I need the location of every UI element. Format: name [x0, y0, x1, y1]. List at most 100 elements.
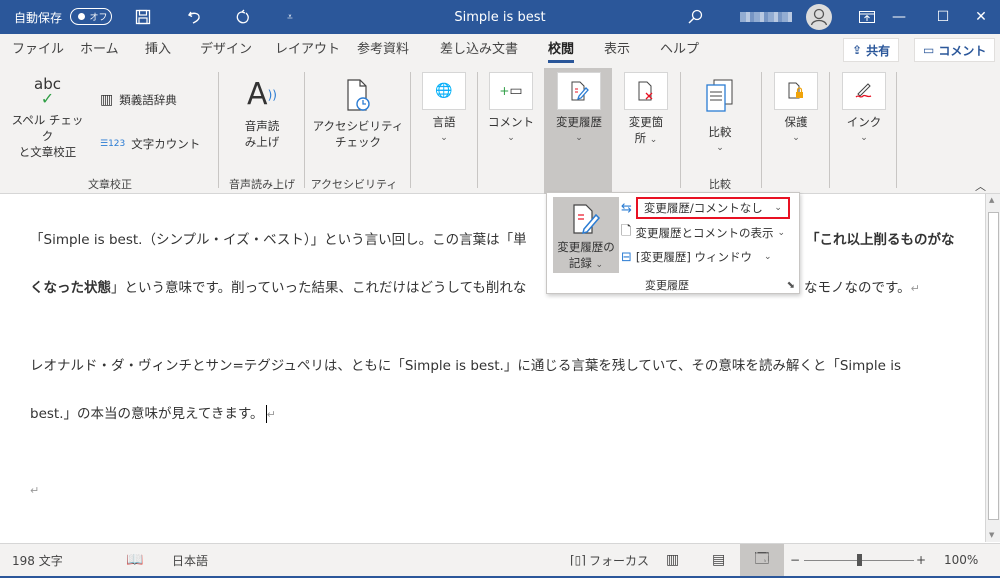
tab-file[interactable]: ファイル — [12, 34, 64, 66]
autosave-label: 自動保存 — [14, 10, 63, 25]
tab-review[interactable]: 校閲 — [548, 34, 575, 66]
zoom-level[interactable]: 100% — [944, 544, 978, 576]
customize-qat-icon[interactable]: ⩡ — [276, 0, 304, 34]
vertical-scrollbar[interactable]: ▲ ▼ — [985, 194, 1000, 542]
tab-help[interactable]: ヘルプ — [660, 34, 699, 66]
compare-icon — [694, 78, 746, 118]
reviewing-pane-button[interactable]: ⊟ [変更履歴] ウィンドウ ⌄ — [621, 246, 772, 268]
chevron-down-icon: ⌄ — [575, 133, 583, 143]
print-layout-icon[interactable]: ▤ — [712, 544, 725, 576]
group-label-proofing: 文章校正 — [88, 178, 132, 191]
group-label-accessibility: アクセシビリティ — [310, 178, 398, 191]
tab-references[interactable]: 参考資料 — [357, 34, 409, 66]
proofing-book-icon[interactable]: 📖 — [126, 544, 143, 576]
paragraph-1-line-2-end: なモノなのです。↵ — [804, 276, 920, 296]
word-count-label: 文字カウント — [131, 137, 201, 151]
word-count-status[interactable]: 198 文字 — [12, 544, 63, 576]
save-icon[interactable] — [128, 0, 158, 34]
chevron-down-icon: ⌄ — [716, 143, 724, 153]
changes-label-2: 所 — [634, 131, 647, 145]
reviewing-pane-label: [変更履歴] ウィンドウ — [635, 250, 753, 264]
bold-text: くなった状態 — [30, 280, 111, 296]
tracking-popup: 変更履歴の 記録 ⌄ ⇆ 変更履歴/コメントなし ⌄ 🗋 変更履歴とコメントの表示… — [546, 192, 800, 294]
document-area[interactable]: 「Simple is best.（シンプル・イズ・ベスト）」という言い回し。この… — [0, 194, 984, 542]
minimize-button[interactable]: — — [876, 0, 922, 34]
ribbon-tabs: ファイル ホーム 挿入 デザイン レイアウト 参考資料 差し込み文書 校閲 表示… — [0, 34, 1000, 66]
tracking-button[interactable]: 変更履歴 ⌄ — [548, 72, 610, 146]
tab-insert[interactable]: 挿入 — [145, 34, 171, 66]
comments-button[interactable]: ▭ コメント — [914, 38, 996, 62]
zoom-out-button[interactable]: − — [790, 544, 800, 576]
account-name-blurred[interactable] — [740, 12, 792, 22]
search-icon[interactable] — [680, 0, 710, 34]
share-icon: ⇪ — [852, 43, 863, 57]
collapse-ribbon-icon[interactable]: ︿ — [975, 178, 986, 194]
thesaurus-icon: ▥ — [100, 92, 114, 108]
record-label-2: 記録 — [568, 256, 592, 270]
zoom-slider[interactable] — [804, 544, 914, 576]
accessibility-label-2: チェック — [335, 135, 381, 149]
reviewing-pane-icon: ⊟ — [621, 249, 632, 265]
tab-layout[interactable]: レイアウト — [275, 34, 340, 66]
tab-home[interactable]: ホーム — [80, 34, 119, 66]
tab-view[interactable]: 表示 — [604, 34, 630, 66]
tab-mailings[interactable]: 差し込み文書 — [440, 34, 518, 66]
accessibility-check-button[interactable]: アクセシビリティ チェック — [312, 78, 404, 150]
word-count-icon: ☰123 — [100, 139, 126, 149]
focus-mode-button[interactable]: ⌈▯⌉ フォーカス — [570, 544, 649, 576]
autosave-toggle[interactable]: オフ — [70, 8, 112, 25]
paragraph-1-line-1-end: 「これ以上削るものがな — [806, 232, 955, 248]
scroll-up-icon[interactable]: ▲ — [989, 196, 994, 204]
language-icon: 🌐 — [422, 72, 466, 110]
display-for-review-row: ⇆ 変更履歴/コメントなし ⌄ — [621, 197, 790, 219]
spellcheck-label-1: スペル チェック — [11, 113, 84, 143]
text-span: 「Simple is best.（シンプル・イズ・ベスト）」という言い回し。この… — [30, 232, 527, 248]
ink-button[interactable]: インク ⌄ — [840, 72, 888, 146]
language-status[interactable]: 日本語 — [172, 544, 208, 576]
tab-design[interactable]: デザイン — [200, 34, 252, 66]
separator — [477, 72, 478, 188]
spelling-grammar-button[interactable]: abc ✓ スペル チェック と文章校正 — [10, 76, 85, 160]
changes-button[interactable]: 変更箇 所 ⌄ — [620, 72, 672, 148]
separator — [410, 72, 411, 188]
undo-icon[interactable] — [180, 0, 210, 34]
protect-label: 保護 — [784, 115, 808, 129]
focus-label: フォーカス — [588, 553, 649, 568]
read-aloud-label-2: み上げ — [244, 135, 280, 149]
language-button[interactable]: 🌐 言語 ⌄ — [420, 72, 468, 146]
record-changes-icon — [553, 203, 619, 239]
scroll-down-icon[interactable]: ▼ — [989, 531, 994, 539]
zoom-in-button[interactable]: + — [916, 544, 926, 576]
thesaurus-button[interactable]: ▥ 類義語辞典 — [100, 92, 177, 108]
read-aloud-button[interactable]: A)) 音声読 み上げ — [230, 78, 294, 150]
web-layout-icon[interactable]: 🗔 — [740, 544, 784, 576]
text-span: 」という意味です。削っていった結果、これだけはどうしても削れな — [111, 280, 527, 296]
zoom-slider-thumb[interactable] — [856, 553, 862, 566]
share-button[interactable]: ⇪ 共有 — [843, 38, 900, 62]
autosave-state: オフ — [89, 13, 108, 23]
show-markup-button[interactable]: 🗋 変更履歴とコメントの表示 ⌄ — [621, 222, 785, 244]
dialog-launcher-icon[interactable]: ⬊ — [787, 280, 795, 291]
redo-icon[interactable] — [228, 0, 258, 34]
comments-label: コメント — [938, 43, 987, 58]
track-changes-icon — [557, 72, 601, 110]
chevron-down-icon: ⌄ — [764, 252, 772, 262]
read-mode-icon[interactable]: ▥ — [666, 544, 679, 576]
word-count-button[interactable]: ☰123 文字カウント — [100, 136, 200, 152]
group-label-speech: 音声読み上げ — [229, 178, 295, 191]
paragraph-2-line-1: レオナルド・ダ・ヴィンチとサン=テグジュペリは、ともに「Simple is be… — [30, 358, 902, 374]
display-for-review-dropdown[interactable]: 変更履歴/コメントなし ⌄ — [635, 197, 790, 219]
comment-button[interactable]: + ▭ コメント ⌄ — [486, 72, 536, 146]
dropdown-value: 変更履歴/コメントなし — [643, 201, 763, 215]
paragraph-mark: ↵ — [266, 408, 276, 421]
scrollbar-thumb[interactable] — [988, 212, 999, 520]
close-button[interactable]: ✕ — [958, 0, 1000, 34]
compare-button[interactable]: 比較 ⌄ — [694, 78, 746, 156]
avatar[interactable] — [806, 4, 832, 30]
document-title: Simple is best — [454, 9, 546, 25]
new-comment-icon: + ▭ — [489, 72, 533, 110]
comment-icon: ▭ — [923, 43, 935, 57]
chevron-down-icon: ⌄ — [595, 260, 604, 270]
track-changes-record-button[interactable]: 変更履歴の 記録 ⌄ — [553, 197, 619, 273]
protect-button[interactable]: 保護 ⌄ — [772, 72, 820, 146]
